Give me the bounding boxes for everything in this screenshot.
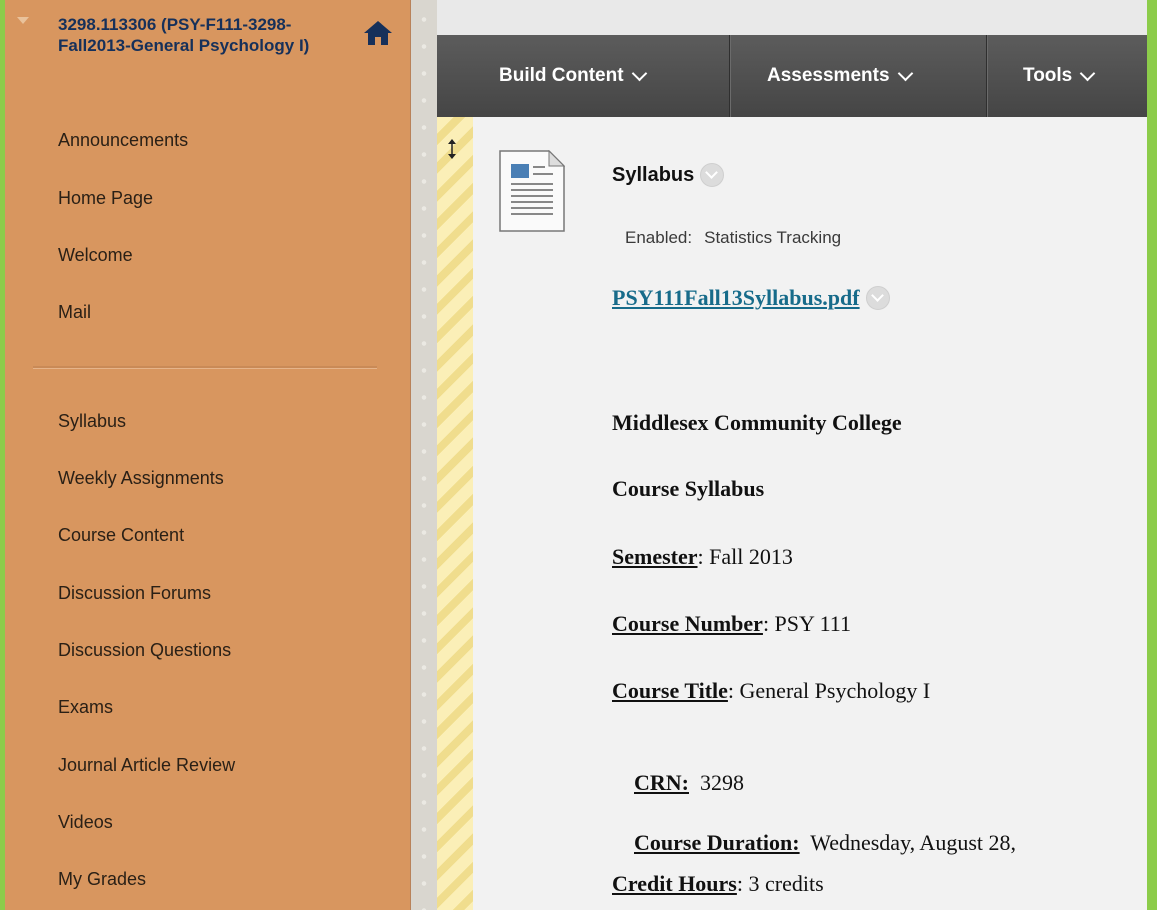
content-area: Build Content Assessments Tools Syllabus…: [437, 0, 1147, 910]
credit-hours-label: Credit Hours: [612, 871, 737, 896]
chevron-down-icon: [897, 65, 913, 82]
toolbar-divider: [986, 35, 988, 117]
sidebar-item-syllabus[interactable]: Syllabus: [58, 411, 126, 432]
build-content-label: Build Content: [499, 65, 624, 86]
assessments-label: Assessments: [767, 65, 890, 86]
file-link[interactable]: PSY111Fall13Syllabus.pdf: [612, 285, 860, 311]
sidebar-item-my-grades[interactable]: My Grades: [58, 869, 146, 890]
tracking-status: Enabled: Statistics Tracking: [625, 228, 841, 248]
sidebar-item-videos[interactable]: Videos: [58, 812, 113, 833]
item-drag-strip[interactable]: [437, 117, 473, 910]
semester-label: Semester: [612, 544, 698, 569]
sidebar-item-discussion-forums[interactable]: Discussion Forums: [58, 583, 211, 604]
action-toolbar: Build Content Assessments Tools: [437, 35, 1147, 117]
crn-value: 3298: [689, 770, 744, 795]
course-number-value: : PSY 111: [762, 611, 851, 636]
syllabus-heading: Course Syllabus: [612, 476, 765, 501]
home-icon[interactable]: [363, 20, 393, 46]
options-chevron-icon[interactable]: [865, 286, 890, 310]
top-bar: [437, 0, 1147, 35]
sidebar-item-weekly-assignments[interactable]: Weekly Assignments: [58, 468, 224, 489]
course-duration-value: Wednesday, August 28,: [799, 830, 1022, 855]
sidebar-item-exams[interactable]: Exams: [58, 697, 113, 718]
course-number-line: Course Number: PSY 111: [612, 611, 851, 637]
sidebar-item-announcements[interactable]: Announcements: [58, 130, 188, 151]
credit-hours-value: : 3 credits: [736, 871, 824, 896]
sidebar-item-course-content[interactable]: Course Content: [58, 525, 184, 546]
item-title: Syllabus: [612, 163, 725, 187]
course-title-line: Course Title: General Psychology I: [612, 678, 930, 704]
sidebar-item-mail[interactable]: Mail: [58, 302, 91, 323]
sidebar-divider: [33, 366, 377, 369]
collapse-arrow-icon[interactable]: [17, 17, 29, 24]
options-chevron-icon[interactable]: [700, 163, 725, 187]
course-number-label: Course Number: [612, 611, 763, 636]
chevron-down-icon: [1079, 65, 1096, 82]
tools-button[interactable]: Tools: [1023, 35, 1096, 117]
chevron-down-icon: [631, 65, 647, 82]
college-name: Middlesex Community College: [612, 410, 902, 435]
course-title[interactable]: 3298.113306 (PSY-F111-3298-Fall2013-Gene…: [58, 14, 348, 56]
course-title-label: Course Title: [612, 678, 728, 703]
document-icon: [499, 150, 565, 232]
sidebar-item-journal-article-review[interactable]: Journal Article Review: [58, 755, 235, 776]
sidebar-item-discussion-questions[interactable]: Discussion Questions: [58, 640, 231, 661]
build-content-button[interactable]: Build Content: [499, 35, 647, 117]
attached-file: PSY111Fall13Syllabus.pdf: [612, 285, 890, 311]
sidebar-item-welcome[interactable]: Welcome: [58, 245, 133, 266]
enabled-label: Enabled:: [625, 228, 693, 247]
course-duration-label: Course Duration:: [634, 830, 800, 855]
semester-value: : Fall 2013: [697, 544, 793, 569]
drag-handle-icon[interactable]: [446, 138, 458, 160]
course-header: 3298.113306 (PSY-F111-3298-Fall2013-Gene…: [5, 0, 410, 112]
toolbar-divider: [729, 35, 731, 117]
backdrop-edge: [1147, 0, 1157, 910]
crn-label: CRN:: [634, 770, 689, 795]
semester-line: Semester: Fall 2013: [612, 544, 793, 570]
assessments-button[interactable]: Assessments: [767, 35, 913, 117]
course-menu-sidebar: 3298.113306 (PSY-F111-3298-Fall2013-Gene…: [5, 0, 411, 910]
sidebar-resize-gutter[interactable]: [411, 0, 437, 910]
tools-label: Tools: [1023, 65, 1073, 86]
course-title-value: : General Psychology I: [727, 678, 931, 703]
credit-hours-line: Credit Hours: 3 credits: [612, 871, 824, 897]
item-title-label: Syllabus: [612, 163, 695, 186]
enabled-value: Statistics Tracking: [704, 228, 842, 247]
sidebar-item-home-page[interactable]: Home Page: [58, 188, 153, 209]
